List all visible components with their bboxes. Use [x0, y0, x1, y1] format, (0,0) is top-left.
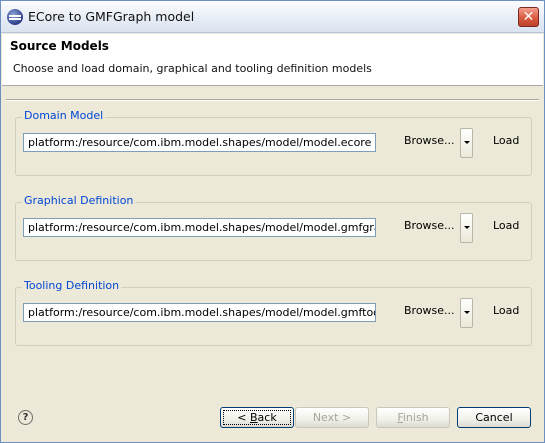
- page-description: Choose and load domain, graphical and to…: [13, 62, 372, 75]
- graphical-definition-browse-button[interactable]: Browse...: [404, 219, 455, 232]
- domain-model-group: Domain Model platform:/resource/com.ibm.…: [15, 109, 532, 176]
- tooling-definition-load-button[interactable]: Load: [493, 304, 519, 317]
- close-button[interactable]: ✕: [518, 7, 539, 27]
- back-button-label: < Back: [223, 410, 291, 425]
- page-title: Source Models: [10, 39, 109, 53]
- back-button[interactable]: < Back: [220, 407, 294, 428]
- next-button-label: Next >: [312, 411, 352, 424]
- title-bar[interactable]: ECore to GMFGraph model ✕: [1, 1, 544, 33]
- domain-model-load-button[interactable]: Load: [493, 134, 519, 147]
- dialog-window: ECore to GMFGraph model ✕ Source Models …: [0, 0, 545, 443]
- finish-button-label: Finish: [397, 411, 429, 424]
- graphical-definition-load-button[interactable]: Load: [493, 219, 519, 232]
- next-button[interactable]: Next >: [295, 407, 369, 428]
- graphical-definition-path-input[interactable]: platform:/resource/com.ibm.model.shapes/…: [23, 218, 376, 237]
- domain-model-path-input[interactable]: platform:/resource/com.ibm.model.shapes/…: [23, 133, 376, 152]
- tooling-definition-group: Tooling Definition platform:/resource/co…: [15, 279, 532, 346]
- finish-button[interactable]: Finish: [376, 407, 450, 428]
- tooling-definition-path-input[interactable]: platform:/resource/com.ibm.model.shapes/…: [23, 303, 376, 322]
- window-title: ECore to GMFGraph model: [28, 9, 195, 24]
- graphical-definition-group: Graphical Definition platform:/resource/…: [15, 194, 532, 261]
- help-icon[interactable]: ?: [18, 410, 33, 425]
- cancel-button-label: Cancel: [475, 411, 513, 424]
- cancel-button[interactable]: Cancel: [457, 407, 531, 428]
- wizard-header: Source Models Choose and load domain, gr…: [2, 34, 543, 86]
- domain-model-browse-button[interactable]: Browse...: [404, 134, 455, 147]
- graphical-definition-browse-dropdown[interactable]: [460, 213, 473, 243]
- domain-model-browse-dropdown[interactable]: [460, 128, 473, 158]
- tooling-definition-label: Tooling Definition: [22, 279, 122, 292]
- tooling-definition-browse-dropdown[interactable]: [460, 298, 473, 328]
- eclipse-icon: [7, 9, 23, 25]
- tooling-definition-browse-button[interactable]: Browse...: [404, 304, 455, 317]
- domain-model-label: Domain Model: [22, 109, 106, 122]
- header-separator: [6, 99, 539, 101]
- close-icon: ✕: [522, 9, 535, 25]
- graphical-definition-label: Graphical Definition: [22, 194, 136, 207]
